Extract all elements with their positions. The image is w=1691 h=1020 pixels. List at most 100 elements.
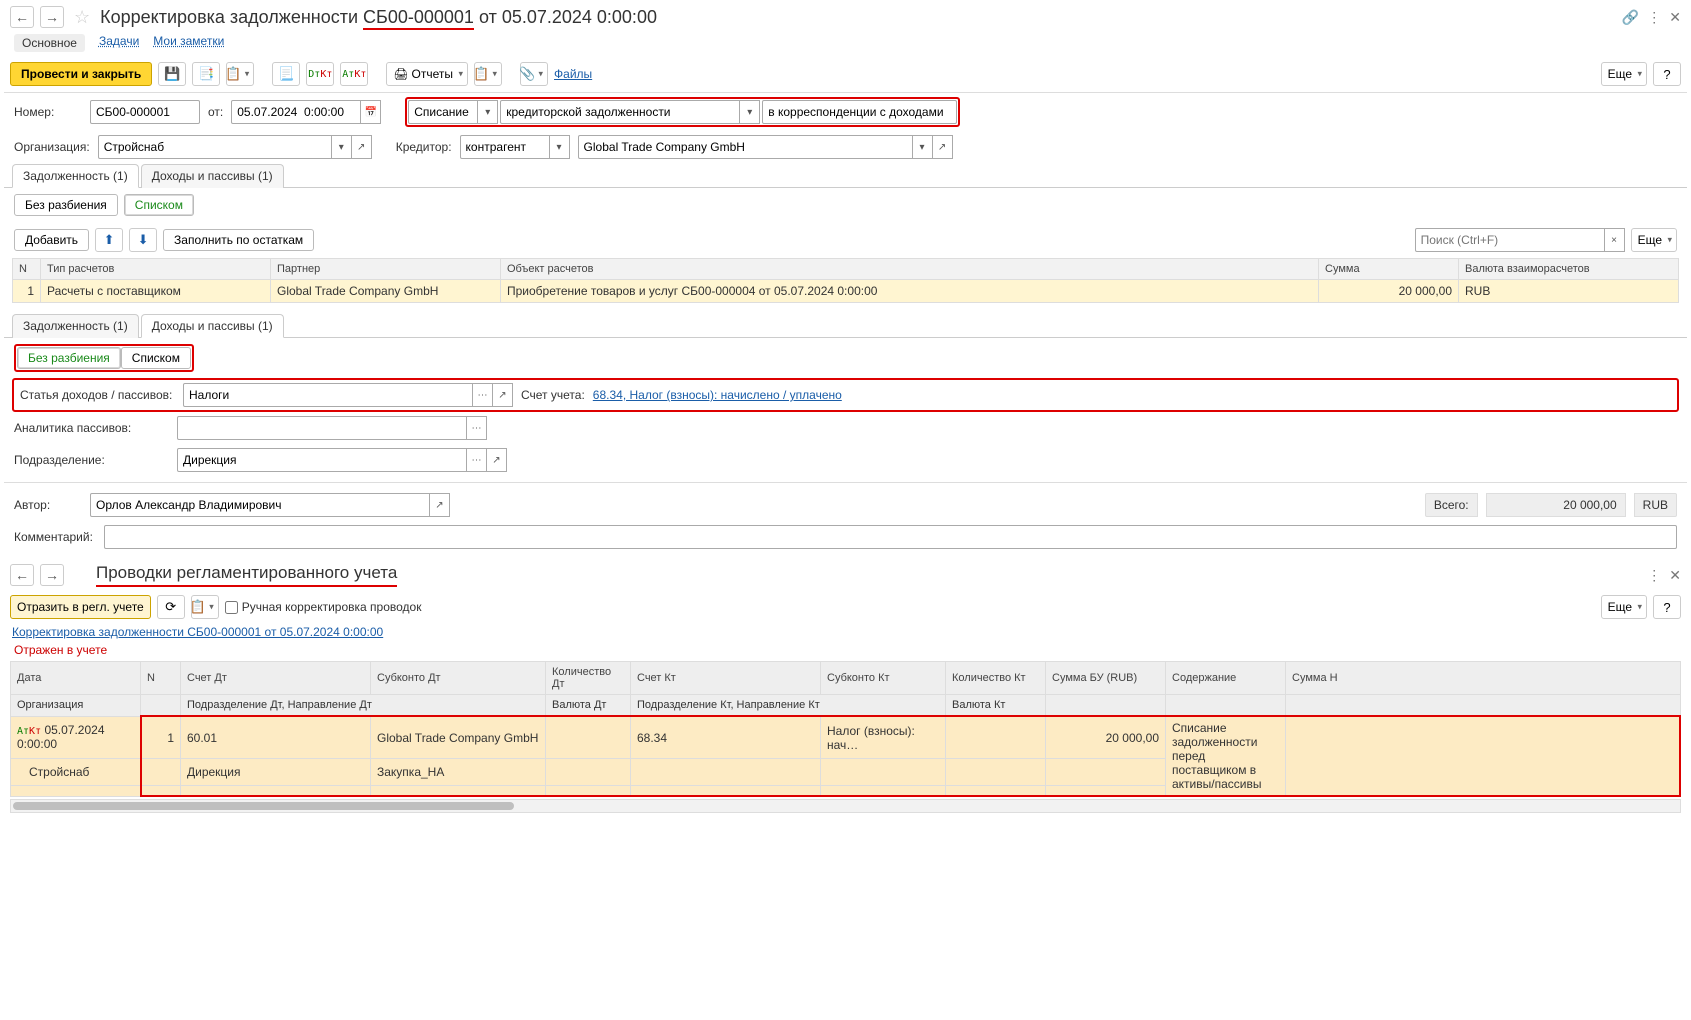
article-dots-icon[interactable]: ⋯: [473, 383, 493, 407]
tab2-debt[interactable]: Задолженность (1): [12, 314, 139, 338]
kebab2-icon[interactable]: ⋮: [1647, 567, 1661, 584]
lh-sum[interactable]: Сумма БУ (RUB): [1046, 662, 1166, 695]
dep-open-icon[interactable]: ↗: [487, 448, 507, 472]
ledger-row[interactable]: AтKт 05.07.2024 0:00:00 1 60.01 Global T…: [11, 716, 1681, 759]
help2-button[interactable]: ?: [1653, 595, 1681, 619]
article-input[interactable]: [183, 383, 473, 407]
copy-button[interactable]: 📋: [226, 62, 254, 86]
col-n[interactable]: N: [13, 259, 41, 280]
kebab-icon[interactable]: ⋮: [1647, 9, 1661, 26]
calendar-icon[interactable]: 📅: [361, 100, 381, 124]
nav-tasks[interactable]: Задачи: [99, 34, 139, 52]
col-sum[interactable]: Сумма: [1319, 259, 1459, 280]
table-row[interactable]: 1 Расчеты с поставщиком Global Trade Com…: [13, 280, 1679, 303]
nav-back-button[interactable]: ←: [10, 6, 34, 28]
lh-sdt[interactable]: Субконто Дт: [371, 662, 546, 695]
lh-qdt[interactable]: Количество Дт: [546, 662, 631, 695]
article-open-icon[interactable]: ↗: [493, 383, 513, 407]
total-curr: RUB: [1634, 493, 1677, 517]
files-link[interactable]: Файлы: [554, 67, 592, 81]
no-split-button[interactable]: Без разбиения: [14, 194, 118, 216]
tab-debt[interactable]: Задолженность (1): [12, 164, 139, 188]
lh-cont[interactable]: Содержание: [1166, 662, 1286, 695]
dtkt-alt-button[interactable]: AтKт: [340, 62, 368, 86]
nav-main[interactable]: Основное: [14, 34, 85, 52]
list2-button[interactable]: Списком: [121, 347, 191, 369]
table-more-button[interactable]: Еще: [1631, 228, 1677, 252]
list-button[interactable]: Списком: [124, 194, 194, 216]
nav-notes[interactable]: Мои заметки: [153, 34, 224, 52]
op2-input[interactable]: [500, 100, 740, 124]
manual-checkbox[interactable]: [225, 601, 238, 614]
article-label: Статья доходов / пассивов:: [20, 388, 175, 402]
comment-input[interactable]: [104, 525, 1677, 549]
lh-n[interactable]: N: [141, 662, 181, 695]
attach-button[interactable]: 📎: [520, 62, 548, 86]
lh-sumn[interactable]: Сумма Н: [1286, 662, 1681, 695]
nav-forward-button[interactable]: →: [40, 6, 64, 28]
op1-input[interactable]: [408, 100, 478, 124]
post-button[interactable]: 📑: [192, 62, 220, 86]
org-open-icon[interactable]: ↗: [352, 135, 372, 159]
lh-kt[interactable]: Счет Кт: [631, 662, 821, 695]
tab-income[interactable]: Доходы и пассивы (1): [141, 164, 284, 188]
more2-button[interactable]: Еще: [1601, 595, 1647, 619]
dep-dots-icon[interactable]: ⋯: [467, 448, 487, 472]
date-input[interactable]: [231, 100, 361, 124]
author-input[interactable]: [90, 493, 430, 517]
dep-input[interactable]: [177, 448, 467, 472]
analytics-dots-icon[interactable]: ⋯: [467, 416, 487, 440]
lh-date[interactable]: Дата: [11, 662, 141, 695]
link-icon[interactable]: 🔗: [1622, 9, 1639, 26]
analytics-label: Аналитика пассивов:: [14, 421, 169, 435]
op3-input[interactable]: [762, 100, 957, 124]
move-down-button[interactable]: ⬇: [129, 228, 157, 252]
doc-link[interactable]: Корректировка задолженности СБ00-000001 …: [12, 625, 383, 639]
creditor-input[interactable]: [578, 135, 913, 159]
lh-skt[interactable]: Субконто Кт: [821, 662, 946, 695]
org-dd[interactable]: ▾: [332, 135, 352, 159]
refresh-button[interactable]: ⟳: [157, 595, 185, 619]
op2-dd[interactable]: ▾: [740, 100, 760, 124]
lh-qkt[interactable]: Количество Кт: [946, 662, 1046, 695]
structure-button[interactable]: 📃: [272, 62, 300, 86]
dtkt-button[interactable]: DтKт: [306, 62, 334, 86]
tab2-income[interactable]: Доходы и пассивы (1): [141, 314, 284, 338]
star-icon[interactable]: ☆: [74, 7, 90, 28]
from-label: от:: [208, 105, 223, 119]
op1-dd[interactable]: ▾: [478, 100, 498, 124]
number-input[interactable]: [90, 100, 200, 124]
creditor-open-icon[interactable]: ↗: [933, 135, 953, 159]
col-curr[interactable]: Валюта взаиморасчетов: [1459, 259, 1679, 280]
account-link[interactable]: 68.34, Налог (взносы): начислено / уплач…: [593, 388, 842, 402]
author-open-icon[interactable]: ↗: [430, 493, 450, 517]
analytics-input[interactable]: [177, 416, 467, 440]
nav2-forward-button[interactable]: →: [40, 564, 64, 586]
close2-icon[interactable]: ✕: [1669, 567, 1681, 584]
help-button[interactable]: ?: [1653, 62, 1681, 86]
creditor-dd[interactable]: ▾: [913, 135, 933, 159]
reports-button[interactable]: 🖨 Отчеты: [386, 62, 468, 86]
h-scrollbar[interactable]: [10, 799, 1681, 813]
lh-dt[interactable]: Счет Дт: [181, 662, 371, 695]
copy2-button[interactable]: 📋: [191, 595, 219, 619]
search-clear-icon[interactable]: ×: [1605, 228, 1625, 252]
close-icon[interactable]: ✕: [1669, 9, 1681, 26]
more-button[interactable]: Еще: [1601, 62, 1647, 86]
save-button[interactable]: 💾: [158, 62, 186, 86]
fill-button[interactable]: Заполнить по остаткам: [163, 229, 314, 251]
col-partner[interactable]: Партнер: [271, 259, 501, 280]
move-up-button[interactable]: ⬆: [95, 228, 123, 252]
add-button[interactable]: Добавить: [14, 229, 89, 251]
org-input[interactable]: [98, 135, 332, 159]
creditor-type-input[interactable]: [460, 135, 550, 159]
no-split2-button[interactable]: Без разбиения: [17, 347, 121, 369]
search-input[interactable]: [1415, 228, 1605, 252]
reflect-button[interactable]: Отразить в регл. учете: [10, 595, 151, 619]
col-type[interactable]: Тип расчетов: [41, 259, 271, 280]
col-obj[interactable]: Объект расчетов: [501, 259, 1319, 280]
post-close-button[interactable]: Провести и закрыть: [10, 62, 152, 86]
print-button[interactable]: 📋: [474, 62, 502, 86]
creditor-type-dd[interactable]: ▾: [550, 135, 570, 159]
nav2-back-button[interactable]: ←: [10, 564, 34, 586]
